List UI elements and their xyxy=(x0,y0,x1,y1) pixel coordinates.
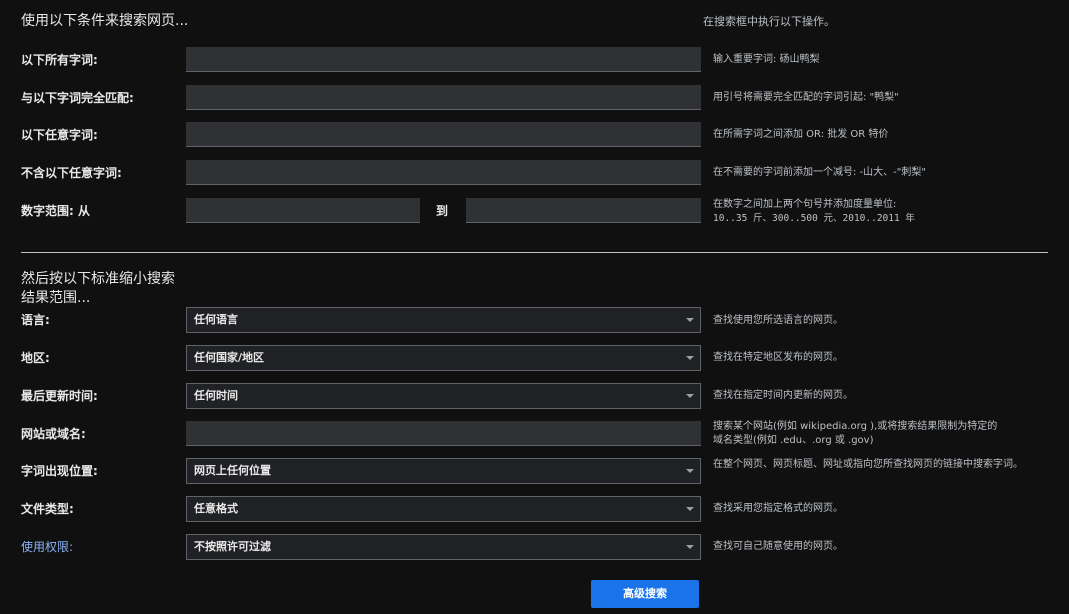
region-label: 地区: xyxy=(21,351,50,365)
chevron-down-icon xyxy=(686,507,694,511)
site-domain-hint: 搜索某个网站(例如 wikipedia.org ),或将搜索结果限制为特定的 域… xyxy=(713,420,1048,448)
number-range-from-input[interactable] xyxy=(186,198,420,223)
chevron-down-icon xyxy=(686,318,694,322)
terms-appearing-select[interactable]: 网页上任何位置 xyxy=(186,458,701,484)
terms-appearing-select-value: 网页上任何位置 xyxy=(194,464,271,477)
language-select-value: 任何语言 xyxy=(194,313,238,326)
number-range-to-label: 到 xyxy=(436,204,449,218)
find-pages-header-hint: 在搜索框中执行以下操作。 xyxy=(703,15,835,28)
number-range-hint-line1: 在数字之间加上两个句号并添加度量单位: xyxy=(713,199,897,210)
advanced-search-page: 使用以下条件来搜索网页... 在搜索框中执行以下操作。 以下所有字词: 输入重要… xyxy=(0,0,1069,614)
terms-appearing-hint: 在整个网页、网页标题、网址或指向您所查找网页的链接中搜索字词。 xyxy=(713,459,1023,470)
last-update-label: 最后更新时间: xyxy=(21,389,98,403)
last-update-select[interactable]: 任何时间 xyxy=(186,383,701,409)
chevron-down-icon xyxy=(686,356,694,360)
any-words-hint: 在所需字词之间添加 OR: 批发 OR 特价 xyxy=(713,129,889,140)
number-range-hint: 在数字之间加上两个句号并添加度量单位: 10..35 斤、300..500 元、… xyxy=(713,198,1048,226)
usage-rights-link[interactable]: 使用权限: xyxy=(21,539,73,555)
number-range-label: 数字范围: 从 xyxy=(21,204,90,218)
site-domain-label: 网站或域名: xyxy=(21,427,86,441)
all-words-input[interactable] xyxy=(186,47,701,72)
language-label: 语言: xyxy=(21,313,50,327)
find-pages-title: 使用以下条件来搜索网页... xyxy=(21,13,189,29)
none-words-label: 不含以下任意字词: xyxy=(21,166,122,180)
usage-rights-select[interactable]: 不按照许可过滤 xyxy=(186,534,701,560)
advanced-search-button[interactable]: 高级搜索 xyxy=(591,580,699,608)
chevron-down-icon xyxy=(686,394,694,398)
terms-appearing-label: 字词出现位置: xyxy=(21,464,98,478)
chevron-down-icon xyxy=(686,545,694,549)
site-domain-hint-line2: 域名类型(例如 .edu、.org 或 .gov) xyxy=(713,435,874,446)
file-type-label: 文件类型: xyxy=(21,502,74,516)
region-select-value: 任何国家/地区 xyxy=(194,351,265,364)
language-hint: 查找使用您所选语言的网页。 xyxy=(713,315,843,326)
language-select[interactable]: 任何语言 xyxy=(186,307,701,333)
any-words-input[interactable] xyxy=(186,122,701,147)
exact-phrase-label: 与以下字词完全匹配: xyxy=(21,91,134,105)
file-type-select[interactable]: 任意格式 xyxy=(186,496,701,522)
site-domain-hint-line1: 搜索某个网站(例如 wikipedia.org ),或将搜索结果限制为特定的 xyxy=(713,421,998,432)
last-update-select-value: 任何时间 xyxy=(194,389,238,402)
file-type-select-value: 任意格式 xyxy=(194,502,238,515)
usage-rights-select-value: 不按照许可过滤 xyxy=(194,540,271,553)
last-update-hint: 查找在指定时间内更新的网页。 xyxy=(713,390,853,401)
narrow-results-title: 然后按以下标准缩小搜索结果范围... xyxy=(21,271,175,306)
none-words-hint: 在不需要的字词前添加一个减号: -山大、-"刺梨" xyxy=(713,167,926,178)
all-words-label: 以下所有字词: xyxy=(21,53,98,67)
all-words-hint: 输入重要字词: 砀山鸭梨 xyxy=(713,54,820,65)
usage-rights-hint: 查找可自己随意使用的网页。 xyxy=(713,541,843,552)
region-hint: 查找在特定地区发布的网页。 xyxy=(713,352,843,363)
exact-phrase-input[interactable] xyxy=(186,85,701,110)
site-domain-input[interactable] xyxy=(186,421,701,446)
any-words-label: 以下任意字词: xyxy=(21,128,98,142)
exact-phrase-hint: 用引号将需要完全匹配的字词引起: "鸭梨" xyxy=(713,92,899,103)
region-select[interactable]: 任何国家/地区 xyxy=(186,345,701,371)
section-divider xyxy=(21,252,1048,253)
chevron-down-icon xyxy=(686,469,694,473)
number-range-hint-line2: 10..35 斤、300..500 元、2010..2011 年 xyxy=(713,213,915,224)
number-range-to-input[interactable] xyxy=(466,198,701,223)
file-type-hint: 查找采用您指定格式的网页。 xyxy=(713,503,843,514)
none-words-input[interactable] xyxy=(186,160,701,185)
